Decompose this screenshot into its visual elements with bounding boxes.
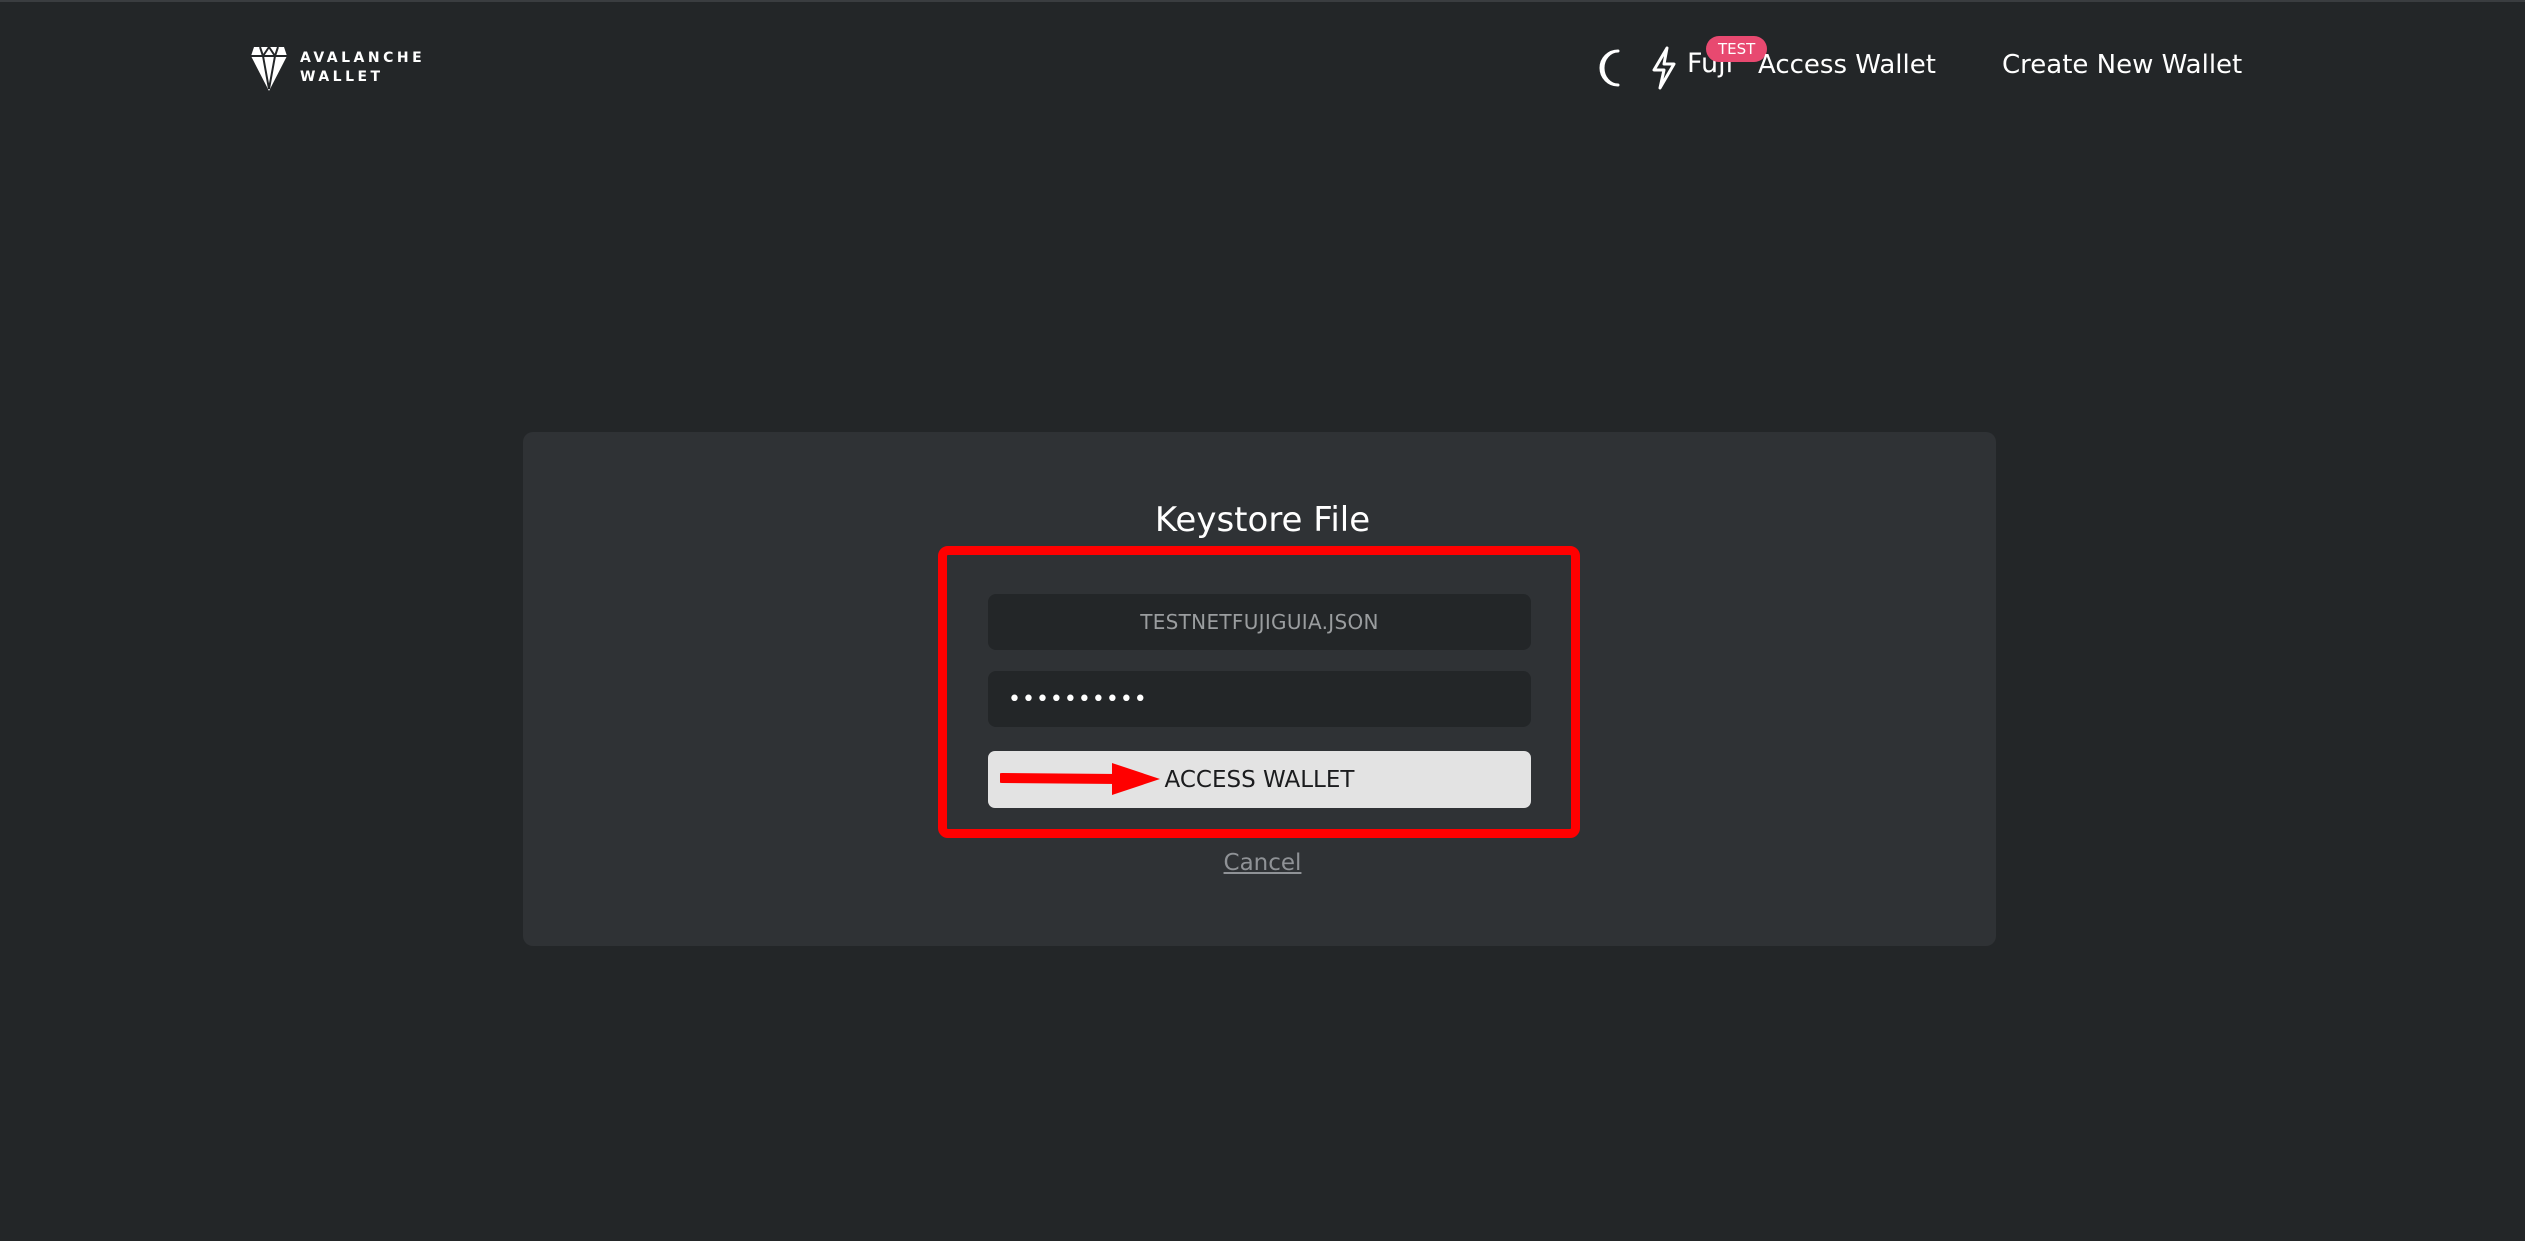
avalanche-logo[interactable]: AVALANCHE WALLET (250, 42, 425, 94)
cancel-link[interactable]: Cancel (1224, 850, 1302, 876)
diamond-logo-icon (251, 46, 287, 91)
card-title: Keystore File (1154, 500, 1371, 540)
moon-icon[interactable] (1598, 48, 1624, 88)
logo-line-2: WALLET (300, 69, 384, 85)
cancel-row: Cancel (0, 850, 2525, 876)
nav-access-wallet[interactable]: Access Wallet (1758, 50, 1936, 80)
red-arrow-icon (1000, 763, 1160, 795)
logo-line-1: AVALANCHE (300, 50, 426, 66)
logo-text: AVALANCHE WALLET (300, 49, 425, 87)
nav-create-new-wallet[interactable]: Create New Wallet (2002, 50, 2242, 80)
lightning-bolt-icon[interactable] (1650, 46, 1678, 90)
top-border (0, 0, 2525, 2)
